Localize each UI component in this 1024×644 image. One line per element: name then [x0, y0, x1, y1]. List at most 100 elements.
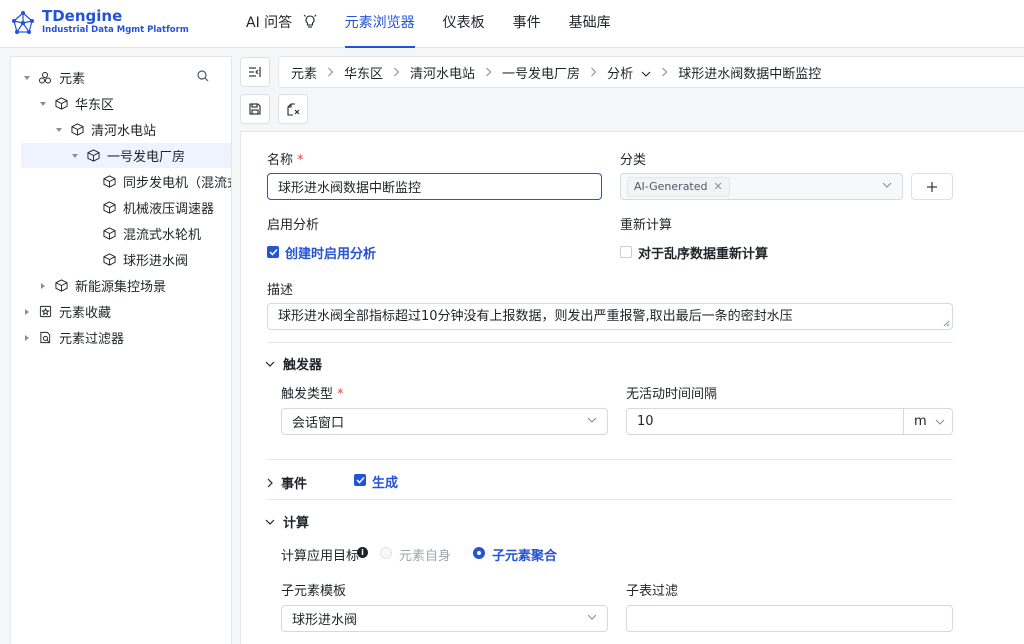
discard-button[interactable] — [278, 94, 308, 124]
discard-icon — [286, 102, 299, 116]
cube-icon — [53, 97, 69, 110]
calc-target-self-label[interactable]: 元素自身 — [399, 545, 451, 564]
calc-section-toggle[interactable]: 计算 — [265, 512, 309, 531]
info-icon[interactable]: i — [357, 547, 368, 558]
breadcrumb-item[interactable]: 元素 — [291, 63, 317, 82]
chevron-down-icon — [265, 361, 275, 367]
nav-dashboard[interactable]: 仪表板 — [429, 0, 499, 48]
idle-interval-unit-select[interactable]: m — [904, 408, 953, 435]
description-label: 描述 — [267, 283, 294, 298]
tree-item-east-china[interactable]: 华东区 — [21, 91, 231, 116]
category-tag: AI-Generated ✕ — [627, 176, 730, 197]
filter-doc-icon — [37, 331, 53, 344]
enable-analysis-checkbox[interactable] — [267, 246, 279, 258]
enable-analysis-checkbox-label[interactable]: 创建时启用分析 — [285, 243, 376, 262]
category-label: 分类 — [620, 153, 647, 168]
trigger-type-select[interactable]: 会话窗口 — [281, 408, 608, 435]
main-nav: AI 问答 元素浏览器 仪表板 事件 基础库 — [232, 0, 625, 48]
trigger-type-value: 会话窗口 — [292, 416, 345, 431]
collapse-panel-button[interactable] — [240, 57, 270, 87]
logo-subtitle: Industrial Data Mgmt Platform — [42, 25, 189, 35]
tree-item-sync-generator[interactable]: 同步发电机（混流式 — [21, 169, 231, 194]
tree-item-powerhouse-1[interactable]: 一号发电厂房 — [21, 143, 231, 168]
cube-icon — [85, 149, 101, 162]
add-category-button[interactable] — [911, 173, 953, 200]
nav-events[interactable]: 事件 — [499, 0, 555, 48]
child-template-select[interactable]: 球形进水阀 — [281, 605, 608, 632]
child-filter-input[interactable] — [626, 605, 953, 632]
elements-group-icon — [37, 71, 53, 85]
breadcrumb-item[interactable]: 清河水电站 — [410, 63, 475, 82]
check-icon — [355, 476, 365, 484]
idle-interval-input[interactable]: 10 — [626, 408, 904, 435]
caret-down-icon[interactable] — [37, 100, 49, 108]
event-section-toggle[interactable]: 事件 — [267, 473, 307, 492]
logo[interactable]: TDengine Industrial Data Mgmt Platform — [10, 7, 189, 36]
top-bar: TDengine Industrial Data Mgmt Platform A… — [0, 0, 1024, 48]
description-value: 球形进水阀全部指标超过10分钟没有上报数据，则发出严重报警,取出最后一条的密封水… — [278, 309, 793, 324]
chevron-down-icon — [587, 614, 597, 620]
close-icon[interactable]: ✕ — [714, 180, 723, 193]
nav-library[interactable]: 基础库 — [555, 0, 625, 48]
nav-ai-qa[interactable]: AI 问答 — [232, 0, 331, 48]
trigger-section-title: 触发器 — [283, 358, 323, 373]
caret-down-icon[interactable] — [69, 152, 81, 160]
calc-target-label: 计算应用目标 — [281, 549, 360, 564]
tree-label: 一号发电厂房 — [107, 150, 186, 165]
tree-item-new-energy[interactable]: 新能源集控场景 — [21, 273, 231, 298]
chevron-down-icon — [587, 417, 597, 423]
collapse-panel-icon — [249, 67, 261, 77]
recalc-checkbox-label[interactable]: 对于乱序数据重新计算 — [638, 243, 768, 262]
calc-target-self-radio[interactable] — [380, 547, 392, 559]
description-textarea[interactable]: 球形进水阀全部指标超过10分钟没有上报数据，则发出严重报警,取出最后一条的密封水… — [267, 303, 953, 330]
check-icon — [268, 248, 278, 256]
save-icon — [249, 103, 261, 115]
event-generate-label[interactable]: 生成 — [372, 472, 398, 491]
calc-target-children-label[interactable]: 子元素聚合 — [492, 545, 557, 564]
nav-element-browser[interactable]: 元素浏览器 — [331, 0, 429, 48]
tree-label: 清河水电站 — [91, 124, 157, 139]
tree-label: 球形进水阀 — [123, 254, 189, 269]
caret-down-icon[interactable] — [53, 126, 65, 134]
tree-label: 机械液压调速器 — [123, 202, 215, 217]
save-button[interactable] — [240, 94, 270, 124]
lightbulb-icon — [303, 14, 316, 28]
name-input[interactable]: 球形进水阀数据中断监控 — [267, 173, 602, 200]
trigger-section-toggle[interactable]: 触发器 — [265, 354, 322, 373]
enable-analysis-label: 启用分析 — [267, 218, 320, 233]
cube-icon — [69, 123, 85, 136]
divider — [267, 459, 953, 460]
chevron-right-icon — [485, 67, 492, 77]
chevron-right-icon — [267, 478, 273, 487]
caret-right-icon[interactable] — [21, 308, 33, 316]
recalc-checkbox[interactable] — [620, 246, 632, 258]
tree-label: 华东区 — [75, 98, 115, 113]
tree-label: 同步发电机（混流式 — [123, 176, 231, 191]
trigger-type-label: 触发类型 * — [281, 387, 344, 402]
nav-ai-qa-label: AI 问答 — [246, 15, 293, 31]
tree-item-governor[interactable]: 机械液压调速器 — [21, 195, 231, 220]
tree-label: 混流式水轮机 — [123, 228, 202, 243]
child-template-label: 子元素模板 — [281, 584, 347, 599]
child-template-value: 球形进水阀 — [292, 613, 358, 628]
breadcrumb: 元素 华东区 清河水电站 一号发电厂房 分析 球形进水阀数据中断监控 — [278, 56, 1024, 88]
event-generate-checkbox[interactable] — [354, 474, 366, 486]
resize-handle-icon[interactable] — [943, 320, 950, 327]
caret-down-icon[interactable] — [21, 74, 33, 82]
tree-root-elements[interactable]: 元素 — [21, 65, 231, 90]
caret-right-icon[interactable] — [21, 334, 33, 342]
category-select[interactable]: AI-Generated ✕ — [620, 173, 903, 200]
tree-label: 元素过滤器 — [59, 332, 125, 347]
tree-item-turbine[interactable]: 混流式水轮机 — [21, 221, 231, 246]
breadcrumb-dropdown[interactable]: 分析 — [607, 63, 651, 82]
breadcrumb-item[interactable]: 华东区 — [344, 63, 383, 82]
calc-target-children-radio[interactable] — [473, 547, 485, 559]
caret-right-icon[interactable] — [37, 282, 49, 290]
name-label: 名称 * — [267, 153, 304, 168]
breadcrumb-item[interactable]: 一号发电厂房 — [502, 63, 580, 82]
tree-item-qinghe-station[interactable]: 清河水电站 — [21, 117, 231, 142]
tree-item-favorites[interactable]: 元素收藏 — [21, 299, 231, 324]
chevron-right-icon — [661, 67, 668, 77]
tree-item-spherical-valve[interactable]: 球形进水阀 — [21, 247, 231, 272]
tree-item-filters[interactable]: 元素过滤器 — [21, 325, 231, 350]
